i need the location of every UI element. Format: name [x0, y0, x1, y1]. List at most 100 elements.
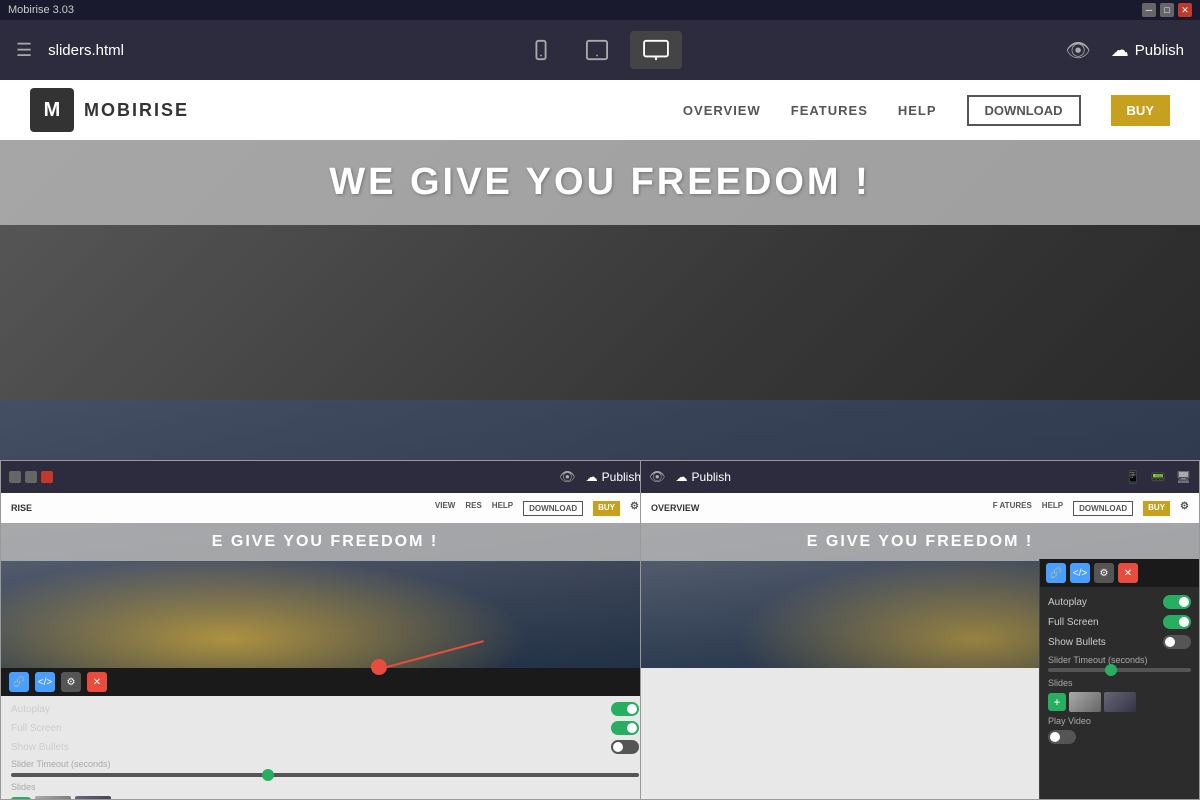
minimize-button[interactable]: ─: [1142, 3, 1156, 17]
nested-editor-right-header: 🔗 </> ⚙ ✕: [1040, 559, 1199, 587]
right-panel-code-icon[interactable]: </>: [1070, 563, 1090, 583]
nav-download-button[interactable]: DOWNLOAD: [967, 95, 1081, 126]
nested-settings-icon[interactable]: ⚙: [630, 501, 639, 516]
mobile-view-button[interactable]: [518, 31, 564, 69]
nested-left-freedom-text: E GIVE YOU FREEDOM !: [212, 533, 438, 551]
autoplay-label: Autoplay: [11, 704, 50, 715]
nested-right-publish-btn[interactable]: ☁ Publish: [676, 470, 731, 484]
nested-publish-btn[interactable]: ☁ Publish: [586, 470, 641, 484]
nested-left-hero: E GIVE YOU FREEDOM !: [1, 523, 649, 668]
nested-right-nav-buy: BUY: [1143, 501, 1170, 516]
right-bullets-toggle[interactable]: [1163, 635, 1191, 649]
title-bar: Mobirise 3.03 ─ □ ✕: [0, 0, 1200, 20]
preview-icon[interactable]: 👁: [1065, 38, 1090, 63]
maximize-button[interactable]: □: [1160, 3, 1174, 17]
fullscreen-toggle[interactable]: [611, 721, 639, 735]
right-play-video-toggle[interactable]: [1048, 730, 1076, 744]
panel-gear-icon[interactable]: ⚙: [61, 672, 81, 692]
nested-toolbar-left: 👁 ☁ Publish: [1, 461, 649, 493]
nested-nav-help: HELP: [492, 501, 513, 516]
slide-thumb-2[interactable]: [75, 796, 111, 800]
panel-code-icon[interactable]: </>: [35, 672, 55, 692]
main-content: M MOBIRISE OVERVIEW FEATURES HELP DOWNLO…: [0, 80, 1200, 800]
nested-preview-icon[interactable]: 👁: [559, 469, 576, 485]
right-fullscreen-row: Full Screen: [1048, 615, 1191, 629]
panel-delete-icon[interactable]: ✕: [87, 672, 107, 692]
nested-publish-label: Publish: [602, 470, 641, 484]
tablet-view-button[interactable]: [572, 31, 622, 69]
nested-screenshot-overlay: 👁 ☁ Publish RISE VIEW RES: [0, 460, 1200, 800]
nested-right-desktop-icon[interactable]: 🖥: [1176, 470, 1191, 484]
close-button[interactable]: ✕: [1178, 3, 1192, 17]
nested-right-nav-features: F ATURES: [993, 501, 1032, 516]
nav-overview[interactable]: OVERVIEW: [683, 103, 761, 118]
arrow-line: [387, 640, 484, 668]
site-nav-links: OVERVIEW FEATURES HELP DOWNLOAD BUY: [683, 95, 1170, 126]
show-bullets-toggle[interactable]: [611, 740, 639, 754]
publish-label: Publish: [1135, 42, 1184, 59]
slider-timeout-label: Slider Timeout (seconds): [11, 759, 639, 769]
desktop-view-button[interactable]: [630, 31, 682, 69]
nested-max[interactable]: [25, 471, 37, 483]
nested-right-preview-icon[interactable]: 👁: [649, 469, 666, 485]
hero-slider: WE GIVE YOU FREEDOM ! Carousell embrsing…: [0, 140, 1200, 800]
show-bullets-label: Show Bullets: [11, 742, 69, 753]
toolbar-right: 👁 ☁ Publish: [1065, 38, 1184, 63]
toolbar: ☰ sliders.html 👁 ☁ Publish: [0, 20, 1200, 80]
logo-icon: M: [30, 88, 74, 132]
nested-right-settings-icon[interactable]: ⚙: [1180, 501, 1189, 516]
nested-editor-right: 🔗 </> ⚙ ✕ Autoplay Full Screen: [1039, 559, 1199, 799]
nested-close[interactable]: [41, 471, 53, 483]
right-slides-label: Slides: [1048, 678, 1191, 688]
nested-right-tablet-icon[interactable]: 📟: [1151, 470, 1166, 484]
right-slide-thumb-2[interactable]: [1104, 692, 1136, 712]
right-slider-thumb: [1105, 664, 1117, 676]
autoplay-toggle[interactable]: [611, 702, 639, 716]
title-bar-text: Mobirise 3.03: [8, 4, 74, 16]
slider-thumb: [262, 769, 274, 781]
gray-band: WE GIVE YOU FREEDOM !: [0, 140, 1200, 225]
freedom-text: WE GIVE YOU FREEDOM !: [329, 161, 871, 204]
logo-text: MOBIRISE: [84, 100, 189, 121]
hamburger-icon[interactable]: ☰: [16, 40, 32, 61]
nav-features[interactable]: FEATURES: [791, 103, 868, 118]
nav-buy-button[interactable]: BUY: [1111, 95, 1170, 126]
right-autoplay-row: Autoplay: [1048, 595, 1191, 609]
autoplay-row: Autoplay: [11, 702, 639, 716]
right-autoplay-toggle[interactable]: [1163, 595, 1191, 609]
nav-help[interactable]: HELP: [898, 103, 937, 118]
nested-min[interactable]: [9, 471, 21, 483]
nested-nav-overview: VIEW: [435, 501, 455, 516]
slides-row: +: [11, 796, 639, 800]
slide-thumb-1[interactable]: [35, 796, 71, 800]
website-preview: M MOBIRISE OVERVIEW FEATURES HELP DOWNLO…: [0, 80, 1200, 800]
right-slides-row: +: [1048, 692, 1191, 712]
nested-logo: RISE: [11, 503, 32, 513]
nested-right-nav-help: HELP: [1042, 501, 1063, 516]
right-panel-link-icon[interactable]: 🔗: [1046, 563, 1066, 583]
nested-right-mobile-icon[interactable]: 📱: [1126, 470, 1141, 484]
slider-timeout-row: [11, 773, 639, 777]
nested-site-bar: RISE VIEW RES HELP DOWNLOAD BUY ⚙: [1, 493, 649, 523]
publish-button[interactable]: ☁ Publish: [1111, 40, 1184, 61]
right-fullscreen-label: Full Screen: [1048, 617, 1099, 628]
right-timeout-slider[interactable]: [1048, 668, 1191, 672]
right-timeout-label: Slider Timeout (seconds): [1048, 655, 1191, 665]
nested-panel-content: Autoplay Full Screen Show Bullets Slider…: [1, 696, 649, 800]
right-panel-gear-icon[interactable]: ⚙: [1094, 563, 1114, 583]
right-add-slide-button[interactable]: +: [1048, 693, 1066, 711]
nested-left-window: 👁 ☁ Publish RISE VIEW RES: [0, 460, 650, 800]
right-play-video-label: Play Video: [1048, 716, 1191, 726]
nested-right-nav-links: F ATURES HELP DOWNLOAD BUY ⚙: [993, 501, 1189, 516]
nested-right-freedom-band: E GIVE YOU FREEDOM !: [641, 523, 1199, 561]
nested-right-cloud-icon: ☁: [676, 470, 688, 484]
nested-right-freedom-text: E GIVE YOU FREEDOM !: [807, 533, 1033, 551]
nested-nav-buy: BUY: [593, 501, 620, 516]
nested-panel-header: 🔗 </> ⚙ ✕: [1, 668, 649, 696]
right-panel-delete-icon[interactable]: ✕: [1118, 563, 1138, 583]
right-fullscreen-toggle[interactable]: [1163, 615, 1191, 629]
right-slide-thumb-1[interactable]: [1069, 692, 1101, 712]
nested-left-freedom-band: E GIVE YOU FREEDOM !: [1, 523, 649, 561]
slider-timeout-slider[interactable]: [11, 773, 639, 777]
panel-link-icon[interactable]: 🔗: [9, 672, 29, 692]
